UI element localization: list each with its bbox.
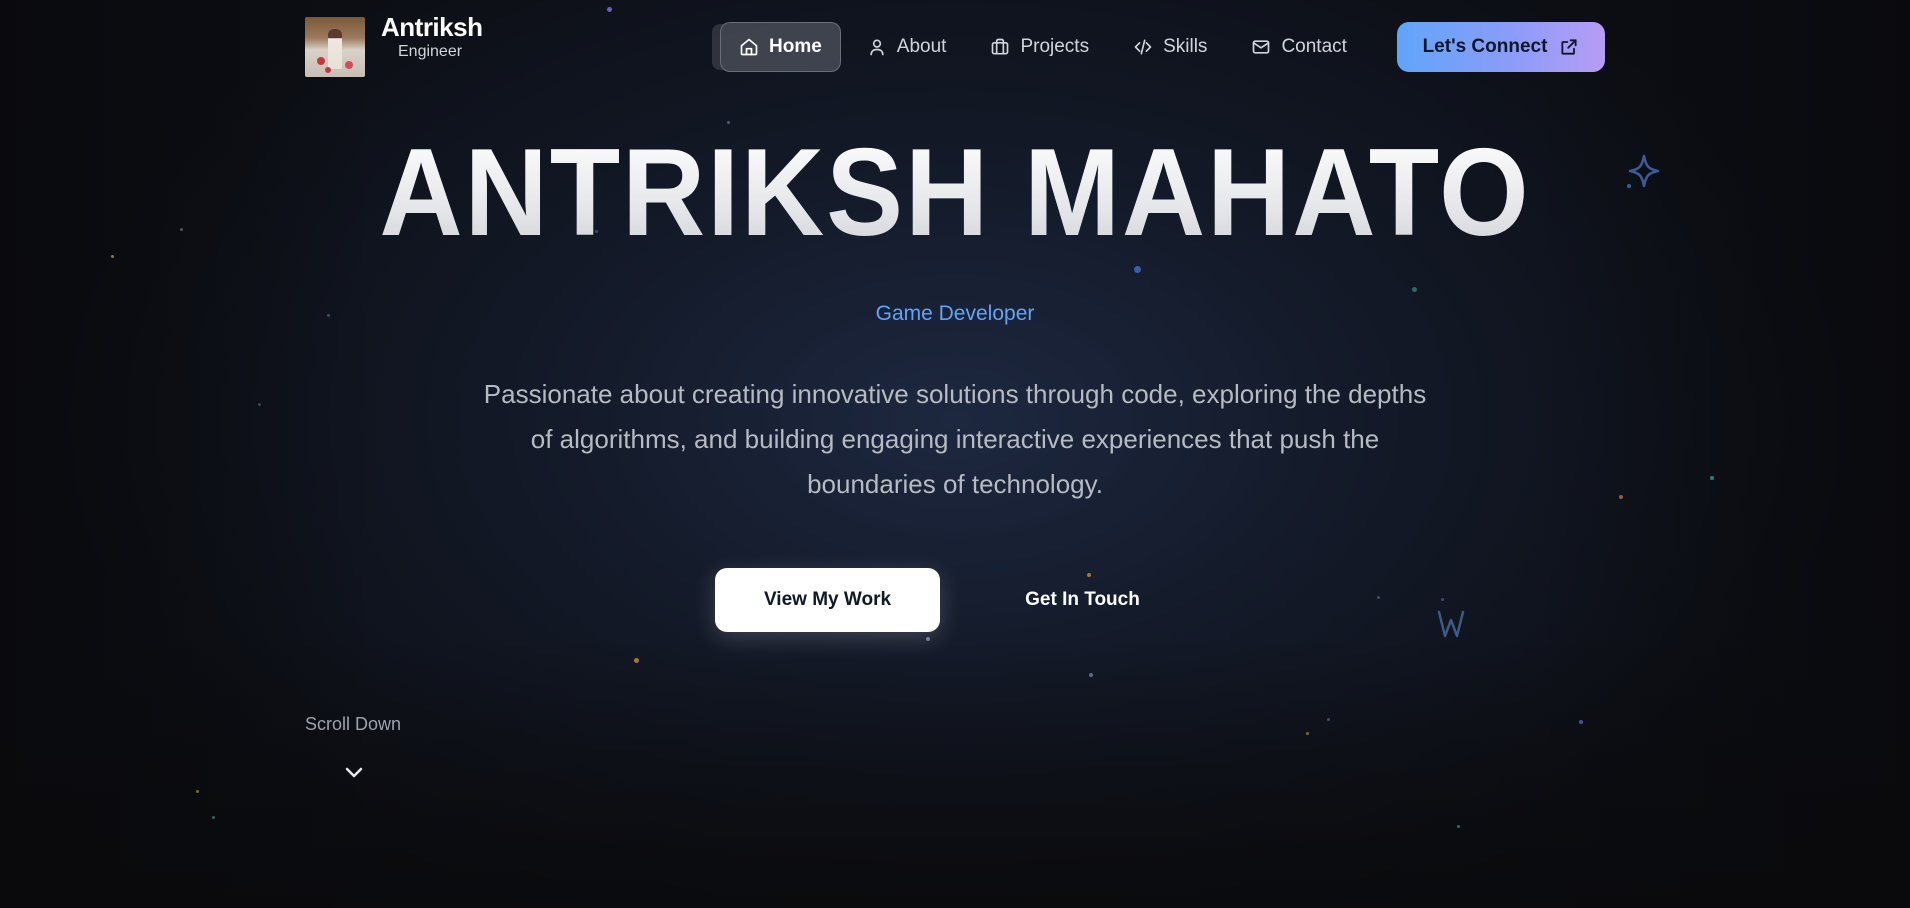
star-dot bbox=[1306, 732, 1309, 735]
star-dot bbox=[1710, 476, 1714, 480]
nav-item-label: Contact bbox=[1281, 36, 1347, 57]
star-dot bbox=[607, 7, 612, 12]
star-dot bbox=[1579, 720, 1583, 724]
code-icon bbox=[1134, 39, 1152, 55]
hero-tagline: Passionate about creating innovative sol… bbox=[483, 379, 1427, 499]
hero-subtitle: Game Developer bbox=[875, 302, 1035, 325]
user-icon bbox=[870, 39, 884, 56]
nav-item-label: Home bbox=[769, 36, 822, 57]
avatar bbox=[305, 17, 365, 77]
get-in-touch-button[interactable]: Get In Touch bbox=[1000, 568, 1165, 632]
star-dot bbox=[1089, 673, 1093, 677]
star-dot bbox=[1457, 825, 1460, 828]
lets-connect-label: Let's Connect bbox=[1422, 36, 1548, 57]
home-icon bbox=[740, 38, 758, 56]
nav-item-about[interactable]: About bbox=[849, 22, 965, 72]
star-dot bbox=[926, 637, 930, 641]
lets-connect-button[interactable]: Let's Connect bbox=[1397, 22, 1605, 72]
brand-role: Engineer bbox=[398, 43, 463, 60]
view-my-work-button[interactable]: View My Work bbox=[715, 568, 940, 632]
mail-icon bbox=[1253, 40, 1270, 54]
star-dot bbox=[258, 403, 261, 406]
star-dot bbox=[212, 816, 215, 819]
nav-item-contact[interactable]: Contact bbox=[1233, 22, 1364, 72]
star-dot bbox=[1412, 287, 1417, 292]
brand[interactable]: Antriksh Engineer bbox=[305, 12, 483, 77]
nav-item-skills[interactable]: Skills bbox=[1115, 22, 1225, 72]
star-dot bbox=[196, 790, 199, 793]
external-link-icon bbox=[1561, 39, 1578, 55]
scroll-down-label: Scroll Down bbox=[305, 714, 402, 734]
nav-item-label: Projects bbox=[1020, 36, 1090, 57]
star-dot bbox=[1377, 596, 1380, 599]
star-dot bbox=[1327, 718, 1330, 721]
briefcase-icon bbox=[992, 38, 1009, 55]
main-nav: Home About Projects Skills Contact bbox=[720, 22, 1373, 72]
star-dot bbox=[634, 658, 639, 663]
star-dot bbox=[1441, 598, 1444, 601]
nav-item-home[interactable]: Home bbox=[720, 22, 841, 72]
squiggle-icon bbox=[1437, 610, 1465, 638]
nav-item-label: Skills bbox=[1163, 36, 1208, 57]
star-dot bbox=[1619, 495, 1623, 499]
star-dot bbox=[1134, 266, 1141, 273]
hero-title: ANTRIKSH MAHATO bbox=[67, 128, 1843, 258]
nav-item-label: About bbox=[896, 36, 947, 57]
brand-name: Antriksh bbox=[381, 12, 483, 42]
chevron-down-icon[interactable] bbox=[342, 760, 366, 784]
nav-item-projects[interactable]: Projects bbox=[972, 22, 1107, 72]
